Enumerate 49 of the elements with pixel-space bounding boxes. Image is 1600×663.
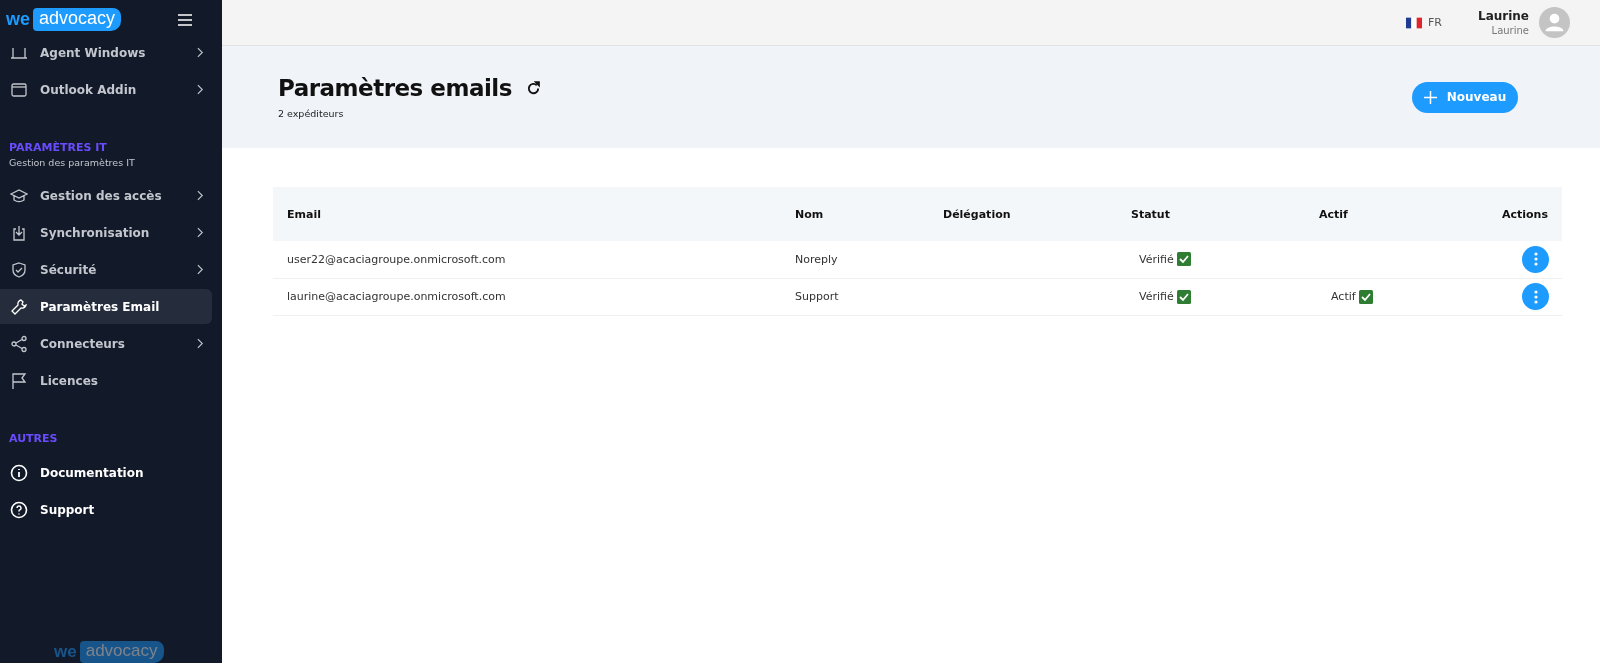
sidebar-item[interactable]: Gestion des accès	[0, 178, 212, 213]
help-icon	[10, 500, 28, 519]
sidebar-item[interactable]: Agent Windows	[0, 35, 212, 70]
sidebar-item[interactable]: Outlook Addin	[0, 72, 212, 107]
sidebar-item[interactable]: Paramètres Email	[0, 289, 212, 324]
share-icon	[10, 334, 28, 353]
sidebar-item[interactable]: Connecteurs	[0, 326, 212, 361]
download-icon	[10, 223, 28, 242]
section-title: PARAMÈTRES IT	[8, 141, 108, 154]
column-header: Nom	[781, 187, 929, 241]
sidebar-item[interactable]: Synchronisation	[0, 215, 212, 250]
section-subtitle: Gestion des paramètres IT	[8, 157, 136, 168]
user-name: Laurine	[1478, 9, 1529, 23]
refresh-icon[interactable]	[525, 80, 541, 96]
active-text: Actif	[1331, 290, 1356, 303]
column-header: Actions	[1483, 187, 1562, 241]
window-icon	[10, 80, 28, 99]
language-selector[interactable]: FR	[1406, 16, 1442, 29]
column-header: Email	[273, 187, 781, 241]
page-subtitle: 2 expéditeurs	[278, 108, 345, 119]
more-button[interactable]	[1522, 245, 1549, 273]
flag-icon	[1406, 16, 1422, 29]
table-cell: Support	[795, 290, 839, 303]
kebab-menu-icon	[1533, 252, 1538, 267]
section-title: AUTRES	[8, 432, 59, 445]
shield-icon	[10, 260, 28, 279]
table-cell: user22@acaciagroupe.onmicrosoft.com	[287, 252, 506, 266]
column-header: Actif	[1305, 187, 1483, 241]
user-subtitle: Laurine	[1490, 25, 1529, 36]
sidebar-item[interactable]: Support	[0, 492, 212, 527]
more-button[interactable]	[1522, 283, 1549, 310]
table-cell: Noreply	[795, 252, 838, 266]
status-text: Vérifié	[1139, 290, 1174, 303]
column-header: Délégation	[929, 187, 1117, 241]
column-header: Statut	[1117, 187, 1305, 241]
page-title: Paramètres emails	[278, 75, 512, 101]
plus-icon	[1423, 90, 1437, 104]
kebab-menu-icon	[1533, 289, 1538, 304]
info-icon	[10, 463, 28, 482]
menu-icon[interactable]	[178, 14, 192, 26]
flag-icon	[10, 371, 28, 390]
wrench-icon	[10, 297, 28, 316]
sidebar-item[interactable]: Documentation	[0, 455, 212, 490]
sidebar-item[interactable]: Sécurité	[0, 252, 212, 287]
avatar-icon[interactable]	[1539, 7, 1570, 38]
table-cell: laurine@acaciagroupe.onmicrosoft.com	[287, 290, 506, 303]
sidebar-item[interactable]: Licences	[0, 363, 212, 398]
status-text: Vérifié	[1139, 252, 1174, 266]
footer-logo: we advocacy	[54, 641, 164, 663]
